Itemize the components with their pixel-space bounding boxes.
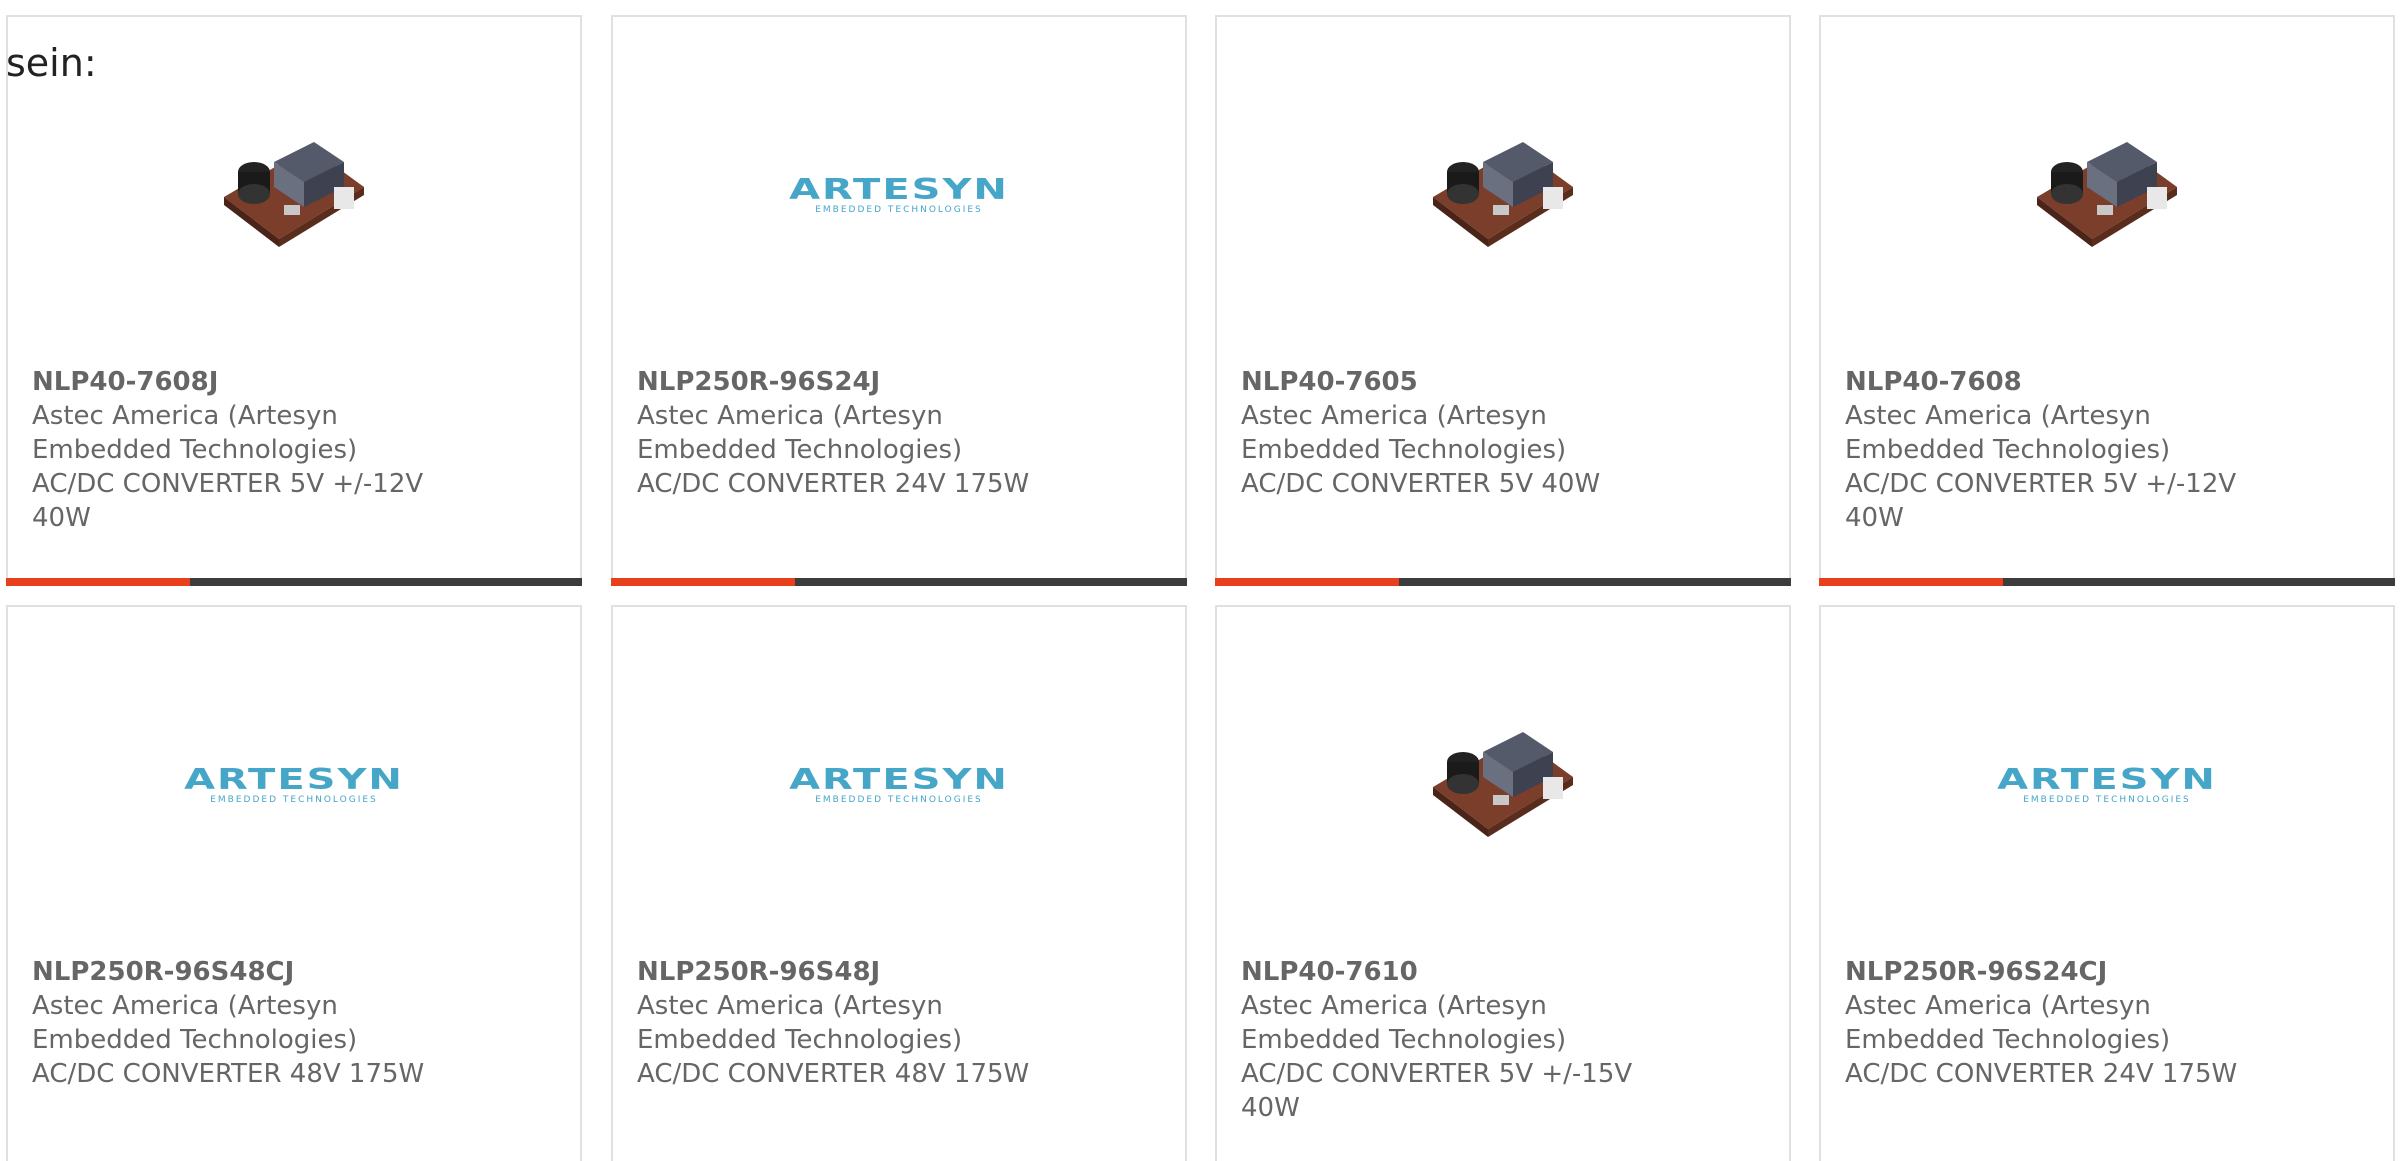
product-image[interactable]: ARTESYN EMBEDDED TECHNOLOGIES	[613, 697, 1185, 867]
artesyn-logo: ARTESYN EMBEDDED TECHNOLOGIES	[789, 173, 1009, 215]
artesyn-logo: ARTESYN EMBEDDED TECHNOLOGIES	[1997, 763, 2217, 805]
power-supply-icon	[1433, 142, 1573, 247]
part-number[interactable]: NLP40-7610	[1241, 955, 1661, 989]
artesyn-logo: ARTESYN EMBEDDED TECHNOLOGIES	[789, 763, 1009, 805]
part-number[interactable]: NLP40-7608	[1845, 365, 2265, 399]
intro-text: sein:	[6, 41, 97, 85]
part-number[interactable]: NLP250R-96S48CJ	[32, 955, 452, 989]
description: AC/DC CONVERTER 5V +/-12V 40W	[32, 469, 424, 533]
product-image[interactable]: ARTESYN EMBEDDED TECHNOLOGIES	[8, 697, 580, 867]
product-image[interactable]	[1821, 107, 2393, 277]
product-card[interactable]: ARTESYN EMBEDDED TECHNOLOGIES NLP250R-96…	[1819, 605, 2395, 1161]
description: AC/DC CONVERTER 5V +/-15V 40W	[1241, 1059, 1633, 1123]
card-bar	[6, 578, 582, 586]
manufacturer: Astec America (Artesyn Embedded Technolo…	[32, 991, 358, 1055]
power-supply-icon	[2037, 142, 2177, 247]
manufacturer: Astec America (Artesyn Embedded Technolo…	[1845, 401, 2171, 465]
artesyn-logo: ARTESYN EMBEDDED TECHNOLOGIES	[184, 763, 404, 805]
manufacturer: Astec America (Artesyn Embedded Technolo…	[637, 401, 963, 465]
card-bar	[1215, 578, 1791, 586]
power-supply-icon	[1433, 732, 1573, 837]
part-number[interactable]: NLP250R-96S24J	[637, 365, 1057, 399]
product-info: NLP40-7605 Astec America (Artesyn Embedd…	[1241, 365, 1661, 501]
power-supply-icon	[224, 142, 364, 247]
description: AC/DC CONVERTER 5V +/-12V 40W	[1845, 469, 2237, 533]
product-image[interactable]	[1217, 697, 1789, 867]
product-card[interactable]: ARTESYN EMBEDDED TECHNOLOGIES NLP250R-96…	[611, 15, 1187, 586]
manufacturer: Astec America (Artesyn Embedded Technolo…	[1241, 991, 1567, 1055]
product-card[interactable]: ARTESYN EMBEDDED TECHNOLOGIES NLP250R-96…	[611, 605, 1187, 1161]
product-info: NLP40-7608 Astec America (Artesyn Embedd…	[1845, 365, 2265, 535]
product-card[interactable]: NLP40-7608J Astec America (Artesyn Embed…	[6, 15, 582, 586]
card-bar	[1819, 578, 2395, 586]
manufacturer: Astec America (Artesyn Embedded Technolo…	[32, 401, 358, 465]
card-bar	[611, 578, 1187, 586]
product-image[interactable]: ARTESYN EMBEDDED TECHNOLOGIES	[613, 107, 1185, 277]
product-card[interactable]: ARTESYN EMBEDDED TECHNOLOGIES NLP250R-96…	[6, 605, 582, 1161]
manufacturer: Astec America (Artesyn Embedded Technolo…	[1241, 401, 1567, 465]
card-bar-accent	[1819, 578, 2003, 586]
manufacturer: Astec America (Artesyn Embedded Technolo…	[1845, 991, 2171, 1055]
manufacturer: Astec America (Artesyn Embedded Technolo…	[637, 991, 963, 1055]
product-info: NLP40-7610 Astec America (Artesyn Embedd…	[1241, 955, 1661, 1125]
card-bar-accent	[1215, 578, 1399, 586]
description: AC/DC CONVERTER 24V 175W	[1845, 1059, 2238, 1089]
description: AC/DC CONVERTER 24V 175W	[637, 469, 1030, 499]
card-bar-accent	[611, 578, 795, 586]
product-info: NLP250R-96S24J Astec America (Artesyn Em…	[637, 365, 1057, 501]
card-bar-accent	[6, 578, 190, 586]
product-image[interactable]	[8, 107, 580, 277]
part-number[interactable]: NLP250R-96S24CJ	[1845, 955, 2265, 989]
part-number[interactable]: NLP40-7605	[1241, 365, 1661, 399]
product-card[interactable]: NLP40-7610 Astec America (Artesyn Embedd…	[1215, 605, 1791, 1161]
part-number[interactable]: NLP40-7608J	[32, 365, 452, 399]
product-image[interactable]: ARTESYN EMBEDDED TECHNOLOGIES	[1821, 697, 2393, 867]
description: AC/DC CONVERTER 48V 175W	[637, 1059, 1030, 1089]
product-info: NLP250R-96S24CJ Astec America (Artesyn E…	[1845, 955, 2265, 1091]
product-info: NLP40-7608J Astec America (Artesyn Embed…	[32, 365, 452, 535]
product-card[interactable]: NLP40-7608 Astec America (Artesyn Embedd…	[1819, 15, 2395, 586]
product-info: NLP250R-96S48CJ Astec America (Artesyn E…	[32, 955, 452, 1091]
part-number[interactable]: NLP250R-96S48J	[637, 955, 1057, 989]
description: AC/DC CONVERTER 5V 40W	[1241, 469, 1601, 499]
product-card[interactable]: NLP40-7605 Astec America (Artesyn Embedd…	[1215, 15, 1791, 586]
description: AC/DC CONVERTER 48V 175W	[32, 1059, 425, 1089]
product-image[interactable]	[1217, 107, 1789, 277]
product-info: NLP250R-96S48J Astec America (Artesyn Em…	[637, 955, 1057, 1091]
